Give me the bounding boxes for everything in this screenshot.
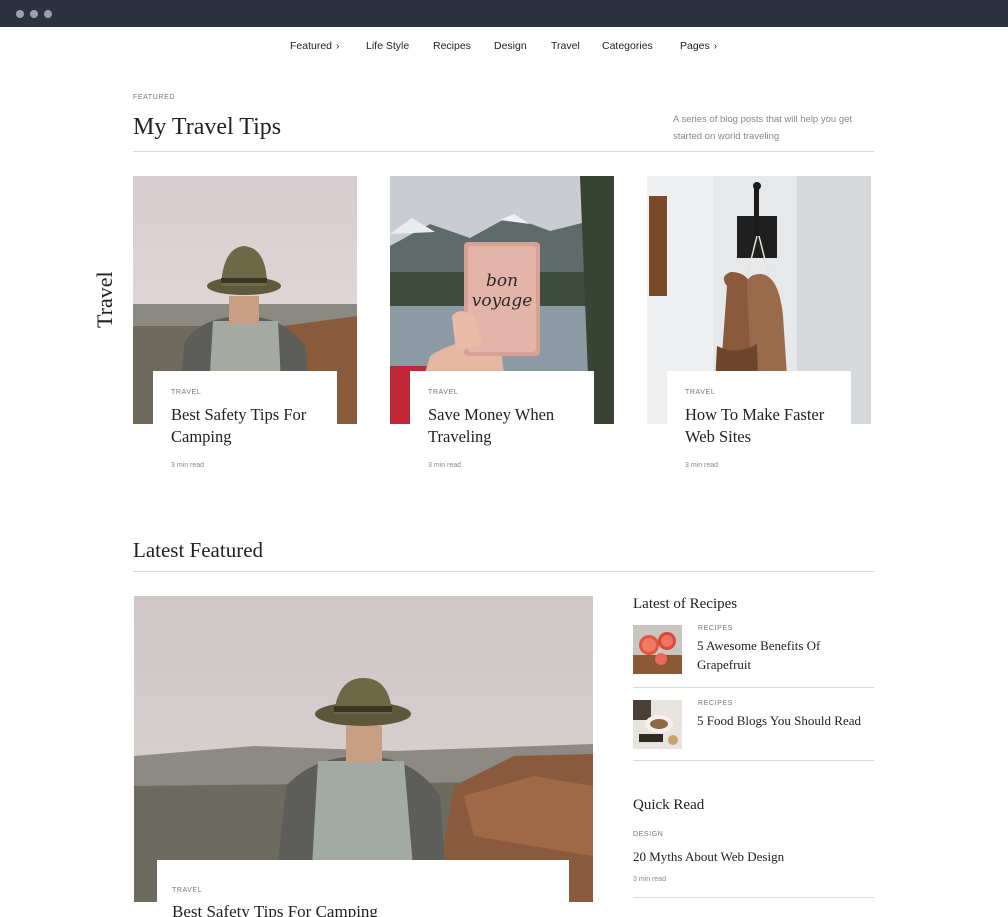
- grapefruit-thumbnail[interactable]: [633, 625, 682, 674]
- recipe-title[interactable]: 5 Food Blogs You Should Read: [697, 711, 873, 730]
- nav-item-travel[interactable]: Travel: [551, 40, 580, 52]
- main-post-image[interactable]: [134, 596, 593, 902]
- nav-item-design[interactable]: Design: [494, 40, 527, 52]
- card-title[interactable]: Save Money When Traveling: [428, 404, 576, 448]
- quick-read-heading: Quick Read: [633, 797, 705, 813]
- section-title: My Travel Tips: [133, 114, 282, 140]
- passport-text-voyage: voyage: [472, 291, 533, 311]
- recipe-item-1[interactable]: RECIPES 5 Awesome Benefits Of Grapefruit: [633, 625, 874, 687]
- nav-item-life-style[interactable]: Life Style: [366, 40, 409, 52]
- food-table-thumbnail[interactable]: [633, 700, 682, 749]
- card-title[interactable]: Best Safety Tips For Camping: [171, 404, 319, 448]
- card-2[interactable]: TRAVEL Save Money When Traveling 3 min r…: [410, 371, 594, 471]
- nav-item-categories[interactable]: Categories: [602, 40, 653, 52]
- section-divider: [133, 151, 874, 152]
- card-read-time: 3 min read: [685, 462, 719, 469]
- recipes-heading: Latest of Recipes: [633, 596, 738, 612]
- passport-text-bon: bon: [486, 271, 518, 291]
- section-description: A series of blog posts that will help yo…: [673, 114, 853, 142]
- main-post-category: TRAVEL: [172, 887, 203, 894]
- card-title[interactable]: How To Make Faster Web Sites: [685, 404, 833, 448]
- quick-read-title[interactable]: 20 Myths About Web Design: [633, 849, 784, 865]
- latest-divider: [133, 571, 874, 572]
- chevron-right-icon: ›: [336, 41, 340, 52]
- main-post-title[interactable]: Best Safety Tips For Camping: [172, 902, 554, 917]
- nav-label: Pages: [680, 40, 710, 52]
- window-maximize-dot[interactable]: [44, 10, 52, 18]
- vertical-label-text: Travel: [92, 271, 117, 328]
- recipe-title[interactable]: 5 Awesome Benefits Of Grapefruit: [697, 636, 873, 674]
- card-read-time: 3 min read: [171, 462, 205, 469]
- chevron-right-icon: ›: [713, 41, 718, 52]
- quick-read-time: 3 min read: [633, 876, 667, 883]
- recipes-end-divider: [633, 760, 874, 761]
- window-titlebar: [0, 0, 1008, 27]
- main-post-card[interactable]: TRAVEL Best Safety Tips For Camping: [157, 860, 569, 917]
- nav-item-featured[interactable]: Featured ›: [290, 40, 339, 52]
- card-category: TRAVEL: [428, 389, 459, 396]
- nav-label: Featured: [290, 40, 333, 52]
- card-category: TRAVEL: [171, 389, 202, 396]
- quick-read-category: DESIGN: [633, 831, 664, 838]
- recipe-item-2[interactable]: RECIPES 5 Food Blogs You Should Read: [633, 700, 874, 750]
- card-category: TRAVEL: [685, 389, 716, 396]
- card-3[interactable]: TRAVEL How To Make Faster Web Sites 3 mi…: [667, 371, 851, 471]
- vertical-section-label: Travel: [92, 268, 117, 328]
- quick-read-divider: [633, 897, 874, 898]
- window-close-dot[interactable]: [16, 10, 24, 18]
- card-read-time: 3 min read: [428, 462, 462, 469]
- recipe-category: RECIPES: [698, 700, 733, 707]
- section-kicker: FEATURED: [133, 94, 176, 101]
- window-minimize-dot[interactable]: [30, 10, 38, 18]
- card-1[interactable]: TRAVEL Best Safety Tips For Camping 3 mi…: [153, 371, 337, 471]
- nav-item-pages[interactable]: Pages ›: [680, 40, 717, 52]
- main-nav: Featured › Life Style Recipes Design Trav…: [0, 27, 1008, 65]
- recipe-category: RECIPES: [698, 625, 733, 632]
- recipe-divider: [633, 687, 874, 688]
- nav-item-recipes[interactable]: Recipes: [433, 40, 471, 52]
- latest-featured-title: Latest Featured: [133, 538, 264, 562]
